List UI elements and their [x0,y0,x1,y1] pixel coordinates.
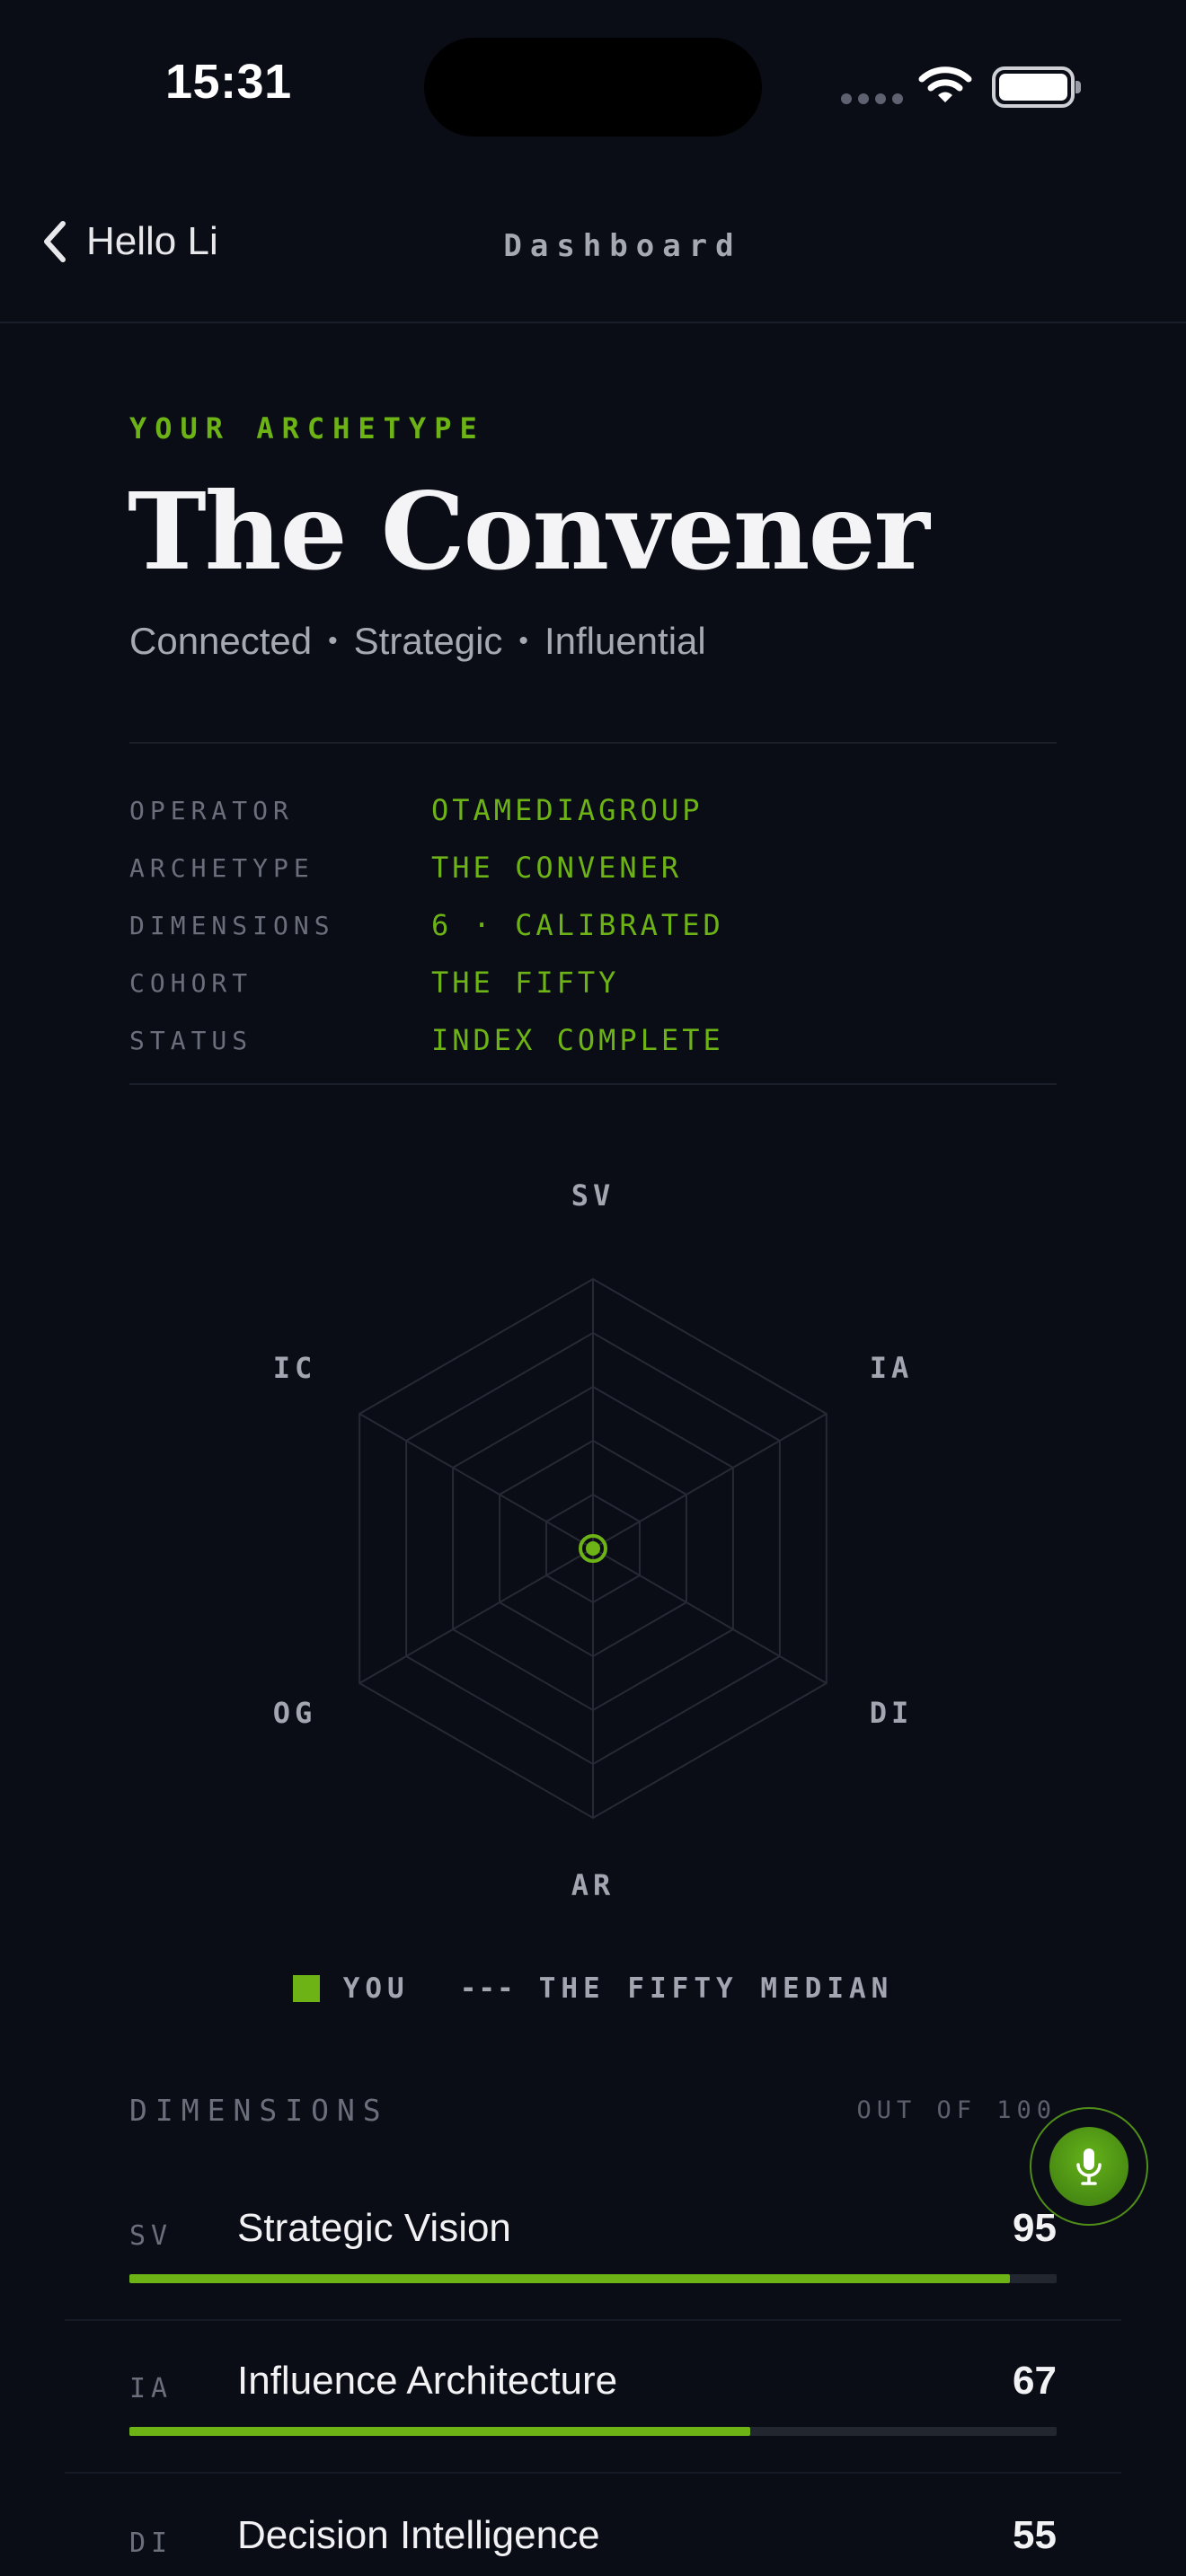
trait: Strategic [353,620,503,662]
dimension-bar-track [129,2427,1057,2436]
meta-row-operator: OPERATOR OTAMEDIAGROUP [129,781,1057,839]
dimension-name: Strategic Vision [237,2206,511,2250]
voice-assistant-button[interactable] [1030,2107,1148,2226]
meta-row-archetype: ARCHETYPE THE CONVENER [129,839,1057,896]
dimension-score: 95 [1013,2206,1057,2250]
row-divider [65,2472,1121,2474]
trait: Connected [129,620,313,662]
wifi-icon [918,66,972,102]
nav-divider [0,322,1186,323]
dimension-code: IA [129,2373,173,2404]
radar-spoke [592,1413,828,1549]
meta-row-dimensions: DIMENSIONS 6 · CALIBRATED [129,896,1057,954]
meta-row-status: STATUS INDEX COMPLETE [129,1011,1057,1069]
voice-assistant-button-inner [1049,2127,1128,2206]
meta-row-cohort: COHORT THE FIFTY [129,954,1057,1011]
dimensions-scale: OUT OF 100 [856,2096,1057,2124]
meta-key: DIMENSIONS [129,910,335,940]
meta-key: STATUS [129,1025,253,1055]
dimensions-heading: DIMENSIONS [129,2093,389,2128]
radar-axis-label-ia: IA [870,1351,914,1385]
divider [129,1083,1057,1085]
meta-key: ARCHETYPE [129,852,314,883]
dimension-name: Influence Architecture [237,2359,618,2403]
status-time: 15:31 [165,55,292,109]
radar-chart: SV IA DI AR OG IC [273,1178,914,1902]
dimension-bar-track [129,2274,1057,2283]
dimension-score: 67 [1013,2359,1057,2403]
radar-axis-label-og: OG [273,1696,317,1730]
dimension-score: 55 [1013,2513,1057,2557]
legend-dash-marker: --- [459,1972,516,2005]
radar-spoke [358,1548,594,1684]
dimension-bar-fill [129,2427,751,2436]
meta-key: OPERATOR [129,795,294,825]
dimension-code: SV [129,2220,173,2252]
nav-title: Dashboard [503,228,742,264]
meta-value: THE CONVENER [431,851,683,885]
trait: Influential [544,620,706,662]
radar-spoke [592,1548,828,1684]
trait-separator: • [328,626,338,656]
archetype-eyebrow: YOUR ARCHETYPE [129,411,485,446]
trait-separator: • [518,626,528,656]
dimension-name: Decision Intelligence [237,2513,600,2557]
row-divider [65,2319,1121,2321]
dynamic-island [424,38,762,137]
legend-label-median: THE FIFTY MEDIAN [538,1972,894,2005]
radar-spoke [358,1413,594,1549]
microphone-icon [1076,2148,1102,2185]
cellular-signal-icon [841,93,903,104]
dimension-code: DI [129,2527,173,2559]
profile-meta-table: OPERATOR OTAMEDIAGROUP ARCHETYPE THE CON… [129,781,1057,1069]
radar-axis-label-di: DI [870,1696,914,1730]
meta-key: COHORT [129,967,253,998]
radar-axis-label-ic: IC [273,1351,317,1385]
dimension-bar-fill [129,2274,1011,2283]
meta-value: INDEX COMPLETE [431,1023,724,1057]
legend-label-you: YOU [342,1972,410,2005]
meta-value: OTAMEDIAGROUP [431,793,704,827]
archetype-title: The Convener [128,469,930,594]
radar-center-dot [586,1541,600,1556]
radar-axis-label-sv: SV [571,1178,615,1213]
archetype-traits: Connected • Strategic • Influential [129,620,706,663]
meta-value: 6 · CALIBRATED [431,908,724,942]
battery-icon [992,66,1081,108]
legend-swatch-you [292,1975,320,2002]
meta-value: THE FIFTY [431,966,620,1000]
divider [129,742,1057,744]
radar-legend: YOU --- THE FIFTY MEDIAN [0,1972,1186,2005]
radar-axis-label-ar: AR [571,1868,615,1902]
